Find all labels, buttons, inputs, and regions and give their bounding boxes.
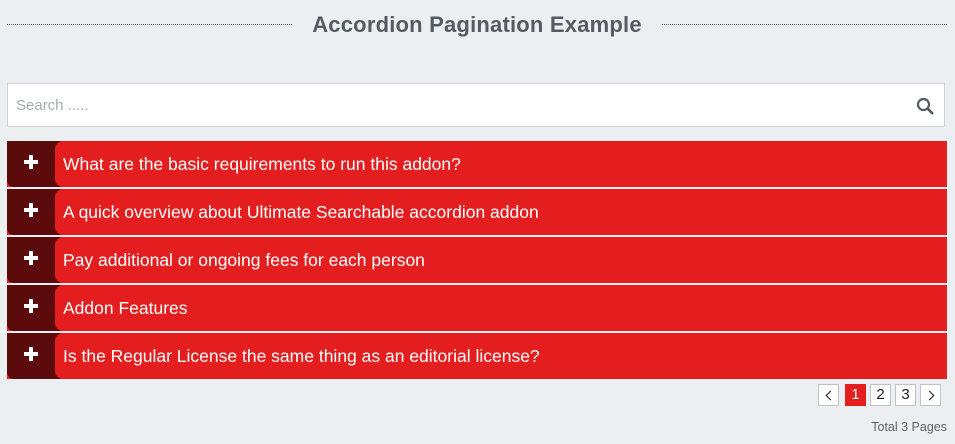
page-button-2[interactable]: 2 — [870, 384, 891, 406]
title-divider-right — [662, 24, 947, 25]
title-divider-left — [7, 24, 292, 25]
accordion-toggle-edge — [55, 189, 63, 235]
accordion-toggle[interactable] — [7, 333, 55, 379]
accordion-item[interactable]: Pay additional or ongoing fees for each … — [7, 237, 947, 283]
page-header: Accordion Pagination Example — [7, 10, 947, 40]
accordion-title: Addon Features — [63, 298, 188, 318]
chevron-left-icon — [825, 390, 836, 401]
plus-icon — [24, 155, 38, 169]
accordion-title: Pay additional or ongoing fees for each … — [63, 250, 425, 270]
accordion-toggle[interactable] — [7, 141, 55, 187]
chevron-right-icon — [924, 390, 935, 401]
search-input[interactable] — [8, 84, 898, 126]
plus-icon — [24, 299, 38, 313]
accordion-title: Is the Regular License the same thing as… — [63, 346, 540, 366]
page-title: Accordion Pagination Example — [312, 12, 642, 37]
plus-icon — [24, 251, 38, 265]
accordion-item[interactable]: What are the basic requirements to run t… — [7, 141, 947, 187]
accordion-toggle[interactable] — [7, 285, 55, 331]
accordion-toggle[interactable] — [7, 189, 55, 235]
search-bar — [7, 83, 945, 127]
total-pages-label: Total 3 Pages — [871, 420, 947, 434]
search-icon[interactable] — [916, 97, 934, 115]
accordion-toggle[interactable] — [7, 237, 55, 283]
accordion-toggle-edge — [55, 285, 63, 331]
accordion-item[interactable]: Is the Regular License the same thing as… — [7, 333, 947, 379]
accordion-list: What are the basic requirements to run t… — [7, 141, 947, 381]
accordion-title: A quick overview about Ultimate Searchab… — [63, 202, 539, 222]
accordion-toggle-edge — [55, 333, 63, 379]
accordion-title: What are the basic requirements to run t… — [63, 154, 461, 174]
accordion-toggle-edge — [55, 237, 63, 283]
plus-icon — [24, 347, 38, 361]
page-button-1[interactable]: 1 — [845, 384, 866, 406]
plus-icon — [24, 203, 38, 217]
accordion-item[interactable]: Addon Features — [7, 285, 947, 331]
next-page-button[interactable] — [920, 384, 941, 406]
page-button-3[interactable]: 3 — [895, 384, 916, 406]
prev-page-button[interactable] — [818, 384, 839, 406]
accordion-item[interactable]: A quick overview about Ultimate Searchab… — [7, 189, 947, 235]
accordion-toggle-edge — [55, 141, 63, 187]
